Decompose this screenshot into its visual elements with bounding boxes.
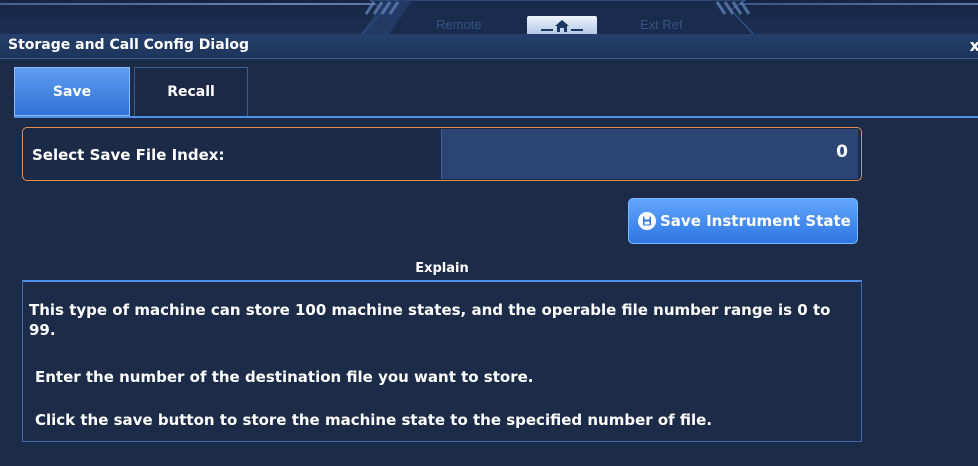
remote-status-label: Remote [436,17,482,32]
explain-heading: Explain [415,261,469,276]
dialog-title-bar: Storage and Call Config Dialog x [0,34,978,59]
close-icon[interactable]: x [970,36,978,55]
storage-config-screen: Remote Ext Ref Storage and Call Config D… [0,0,978,466]
save-file-index-label: Select Save File Index: [32,146,225,164]
ext-ref-status-label: Ext Ref [640,17,683,32]
floppy-disk-icon [638,212,656,230]
top-status-bar: Remote Ext Ref [0,0,978,36]
home-button[interactable] [527,16,597,36]
tab-save[interactable]: Save [14,67,130,116]
home-icon [541,20,583,32]
explain-paragraph-click-save: Click the save button to store the machi… [35,411,713,429]
save-file-index-row: Select Save File Index: 0 [22,127,862,181]
save-file-index-input[interactable]: 0 [441,129,858,179]
explain-paragraph-enter-number: Enter the number of the destination file… [35,368,534,386]
explain-paragraph-capacity: This type of machine can store 100 machi… [29,301,831,339]
tab-recall[interactable]: Recall [134,67,248,116]
explain-panel: This type of machine can store 100 machi… [22,280,862,442]
tab-underline [14,116,978,118]
save-instrument-state-label: Save Instrument State [660,212,851,230]
dialog-title: Storage and Call Config Dialog [8,37,250,53]
save-instrument-state-button[interactable]: Save Instrument State [628,198,858,244]
save-file-index-value: 0 [836,142,848,162]
